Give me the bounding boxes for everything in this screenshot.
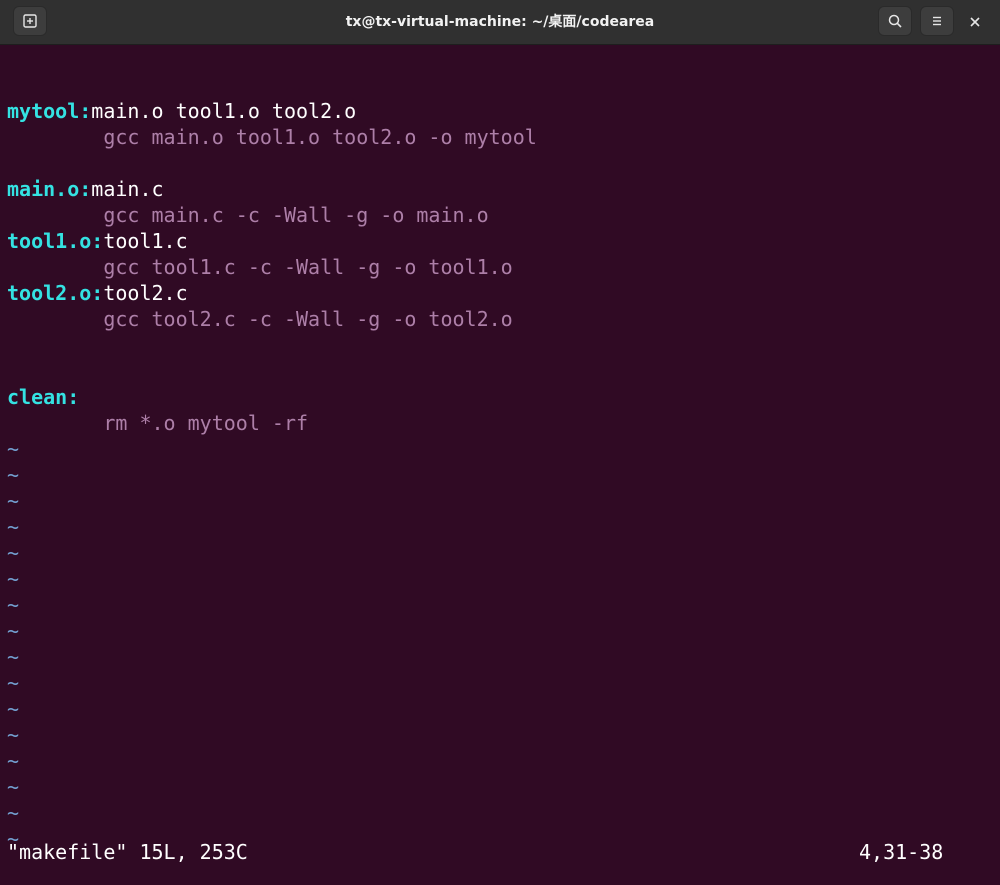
empty-buffer-tilde: ~ — [7, 437, 20, 461]
make-command: gcc main.o tool1.o tool2.o -o mytool — [7, 125, 537, 149]
terminal-content[interactable]: mytool:main.o tool1.o tool2.o gcc main.o… — [0, 45, 1000, 885]
empty-buffer-tilde: ~ — [7, 671, 20, 695]
makefile-command-line: gcc main.c -c -Wall -g -o main.o — [7, 202, 489, 228]
empty-buffer-tilde: ~ — [7, 463, 20, 487]
makefile-command-line: gcc tool1.c -c -Wall -g -o tool1.o — [7, 254, 513, 280]
empty-buffer-tilde: ~ — [7, 645, 20, 669]
makefile-rule-line: main.o:main.c — [7, 176, 164, 202]
search-icon — [888, 14, 902, 28]
empty-buffer-tilde: ~ — [7, 775, 20, 799]
close-icon — [970, 17, 980, 27]
empty-buffer-tilde: ~ — [7, 749, 20, 773]
makefile-rule-line: tool2.o:tool2.c — [7, 280, 188, 306]
empty-buffer-tilde: ~ — [7, 489, 20, 513]
makefile-rule-line: clean: — [7, 384, 79, 410]
empty-buffer-tilde: ~ — [7, 567, 20, 591]
empty-buffer-tilde: ~ — [7, 801, 20, 825]
makefile-command-line: gcc main.o tool1.o tool2.o -o mytool — [7, 124, 537, 150]
search-button[interactable] — [878, 6, 912, 36]
make-dependencies: tool1.c — [103, 229, 188, 253]
make-target: tool1.o: — [7, 229, 104, 253]
new-tab-icon — [23, 14, 37, 28]
make-dependencies: tool2.c — [103, 281, 188, 305]
window-title: tx@tx-virtual-machine: ~/桌面/codearea — [345, 14, 655, 30]
empty-buffer-tilde: ~ — [7, 593, 20, 617]
make-target: mytool: — [7, 99, 92, 123]
make-command: rm *.o mytool -rf — [7, 411, 309, 435]
make-target: tool2.o: — [7, 281, 104, 305]
empty-buffer-tilde: ~ — [7, 515, 20, 539]
new-tab-button[interactable] — [13, 6, 47, 36]
menu-button[interactable] — [920, 6, 954, 36]
vim-status-message: "makefile" 15L, 253C — [7, 840, 248, 864]
make-dependencies: main.c — [91, 177, 164, 201]
makefile-rule-line: mytool:main.o tool1.o tool2.o — [7, 98, 356, 124]
empty-buffer-tilde: ~ — [7, 723, 20, 747]
empty-buffer-tilde: ~ — [7, 619, 20, 643]
terminal-window: tx@tx-virtual-machine: ~/桌面/codearea myt… — [0, 0, 1000, 885]
vim-cursor-position: 4,31-38 — [859, 840, 944, 864]
make-target: clean: — [7, 385, 80, 409]
empty-buffer-tilde: ~ — [7, 697, 20, 721]
hamburger-menu-icon — [933, 16, 941, 26]
make-dependencies: main.o tool1.o tool2.o — [91, 99, 357, 123]
makefile-rule-line: tool1.o:tool1.c — [7, 228, 188, 254]
makefile-command-line: rm *.o mytool -rf — [7, 410, 308, 436]
title-bar: tx@tx-virtual-machine: ~/桌面/codearea — [0, 0, 1000, 45]
make-command: gcc tool1.c -c -Wall -g -o tool1.o — [7, 255, 513, 279]
empty-buffer-tilde: ~ — [7, 541, 20, 565]
make-command: gcc tool2.c -c -Wall -g -o tool2.o — [7, 307, 513, 331]
make-command: gcc main.c -c -Wall -g -o main.o — [7, 203, 489, 227]
makefile-command-line: gcc tool2.c -c -Wall -g -o tool2.o — [7, 306, 513, 332]
close-button[interactable] — [964, 11, 986, 33]
make-target: main.o: — [7, 177, 92, 201]
